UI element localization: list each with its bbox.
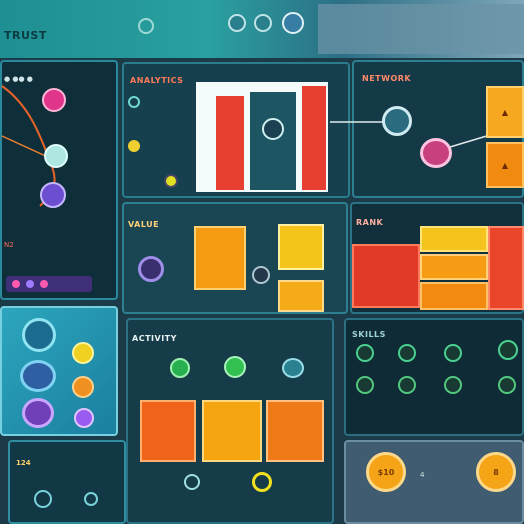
rank-tile-yellow[interactable]	[420, 226, 488, 252]
chart-node-icon[interactable]	[262, 118, 284, 140]
skill-icon[interactable]	[356, 344, 374, 362]
activity-footer-icon[interactable]	[184, 474, 200, 490]
summary-text: 4	[420, 471, 425, 479]
skill-icon[interactable]	[398, 376, 416, 394]
violet-dot-icon[interactable]	[74, 408, 94, 428]
rank-tile-red[interactable]	[488, 226, 524, 310]
bar-red-1	[216, 96, 244, 190]
activity-icon-teal[interactable]	[282, 358, 304, 378]
rank-panel-label: RANK	[356, 218, 384, 227]
bar-red-2	[302, 86, 326, 190]
settings-icon[interactable]	[254, 14, 272, 32]
rank-tile-orange[interactable]	[420, 282, 488, 310]
stat-text: N2	[4, 241, 14, 249]
control-icon[interactable]	[22, 318, 56, 352]
dot-icon	[12, 280, 20, 288]
rank-tile-red[interactable]	[352, 244, 420, 308]
flow-panel-label: NETWORK	[362, 74, 412, 83]
mid-tile-yellow[interactable]	[278, 224, 324, 270]
badge-orange[interactable]: 8	[476, 452, 516, 492]
node-purple-icon[interactable]	[40, 182, 66, 208]
dot-icon	[26, 280, 34, 288]
node-teal-icon[interactable]	[44, 144, 68, 168]
control-icon[interactable]	[22, 398, 54, 428]
mid-node-icon[interactable]	[252, 266, 270, 284]
orange-dot-icon[interactable]	[72, 376, 94, 398]
left-footer	[6, 276, 92, 292]
status-counter: 124	[16, 459, 31, 467]
globe-icon[interactable]	[282, 12, 304, 34]
skill-icon[interactable]	[498, 340, 518, 360]
controls-panel	[0, 306, 118, 436]
control-icon[interactable]	[20, 360, 56, 392]
left-stat-row: N2	[4, 232, 14, 251]
skill-icon[interactable]	[444, 344, 462, 362]
badge-orange[interactable]: $10	[366, 452, 406, 492]
left-panel-header: ● ●● ●	[4, 66, 114, 83]
chart-panel-label: ANALYTICS	[130, 76, 184, 85]
skill-icon[interactable]	[444, 376, 462, 394]
profile-icon[interactable]	[228, 14, 246, 32]
chart-side-icon[interactable]	[128, 140, 140, 152]
activity-icon-green[interactable]	[170, 358, 190, 378]
dot-icon	[40, 280, 48, 288]
status-icon[interactable]	[34, 490, 52, 508]
mid-panel-label: VALUE	[128, 220, 160, 229]
bar-dark	[250, 92, 296, 190]
activity-footer-icon[interactable]	[252, 472, 272, 492]
activity-panel-label: ACTIVITY	[132, 334, 177, 343]
mid-tile-amber[interactable]	[278, 280, 324, 312]
skill-icon[interactable]	[356, 376, 374, 394]
yellow-dot-icon[interactable]	[72, 342, 94, 364]
skill-icon[interactable]	[498, 376, 516, 394]
skill-icon[interactable]	[398, 344, 416, 362]
node-pink-icon[interactable]	[42, 88, 66, 112]
activity-tile[interactable]	[140, 400, 196, 462]
status-icon[interactable]	[84, 492, 98, 506]
flow-node-pink-icon[interactable]	[420, 138, 452, 168]
chart-side-icon[interactable]	[164, 174, 178, 188]
flow-tile[interactable]: ▲	[486, 86, 524, 138]
app-title: TRUST	[4, 29, 47, 42]
mid-node-icon[interactable]	[138, 256, 164, 282]
chart-side-icon[interactable]	[128, 96, 140, 108]
mid-tile-orange[interactable]	[194, 226, 246, 290]
app-icon[interactable]	[138, 18, 154, 34]
activity-tile[interactable]	[266, 400, 324, 462]
flow-tile[interactable]: ▲	[486, 142, 524, 188]
top-bar-right	[318, 4, 524, 54]
flow-node-icon[interactable]	[382, 106, 412, 136]
skills-panel-label: SKILLS	[352, 330, 386, 339]
rank-tile-orange[interactable]	[420, 254, 488, 280]
activity-tile[interactable]	[202, 400, 262, 462]
activity-icon-green[interactable]	[224, 356, 246, 378]
